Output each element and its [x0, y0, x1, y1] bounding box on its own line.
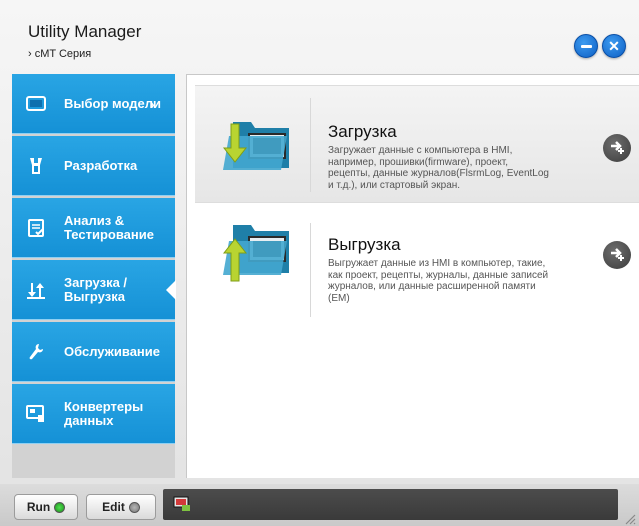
- app-title: Utility Manager: [28, 22, 142, 41]
- sidebar-item-label: Анализ & Тестирование: [64, 212, 154, 242]
- edit-indicator-icon: [128, 501, 140, 513]
- download-go-button[interactable]: [603, 134, 631, 162]
- chevron-right-icon: ›: [150, 95, 155, 112]
- minimize-button[interactable]: [574, 34, 598, 58]
- download-description: Загружает данные с компьютера в HMI, нап…: [328, 145, 549, 191]
- sidebar-item-label: Разработка: [64, 157, 138, 173]
- resize-grip-icon[interactable]: [624, 512, 636, 526]
- checklist-icon: [26, 218, 46, 238]
- footer-bar: Run Edit: [0, 484, 639, 526]
- tools-icon: [26, 156, 46, 176]
- edit-label: Edit: [102, 500, 125, 514]
- card-separator: [310, 98, 311, 192]
- sidebar-item-model-select[interactable]: Выбор модели ›: [12, 74, 175, 134]
- close-button[interactable]: ✕: [602, 34, 626, 58]
- sidebar-item-analysis-testing[interactable]: Анализ & Тестирование: [12, 198, 175, 258]
- run-button[interactable]: Run: [14, 494, 78, 520]
- sidebar-item-label: Загрузка / Выгрузка: [64, 274, 128, 304]
- app-subtitle: › cMT Серия: [28, 48, 92, 60]
- sidebar-item-development[interactable]: Разработка: [12, 136, 175, 196]
- active-pointer: [166, 280, 176, 300]
- sidebar-item-data-converters[interactable]: Конвертеры данных: [12, 384, 175, 444]
- main-panel: Загрузка Загружает данные с компьютера в…: [186, 74, 639, 478]
- sidebar-item-label: Обслуживание: [64, 343, 161, 359]
- upload-card[interactable]: Выгрузка Выгружает данные из HMI в компь…: [195, 211, 639, 329]
- sidebar-item-label: Выбор модели: [64, 95, 161, 111]
- run-indicator-icon: [54, 501, 66, 513]
- run-label: Run: [26, 500, 51, 514]
- window-header: Utility Manager › cMT Серия ✕: [0, 0, 639, 72]
- monitor-icon: [26, 94, 46, 114]
- download-title: Загрузка: [328, 122, 397, 141]
- add-arrow-icon: [609, 245, 625, 266]
- wrench-icon: [26, 342, 46, 362]
- sidebar-nav: Выбор модели › Разработка Анализ & Тести…: [12, 74, 176, 478]
- sidebar-item-maintenance[interactable]: Обслуживание: [12, 322, 175, 382]
- hmi-status-icon[interactable]: [172, 495, 192, 518]
- add-arrow-icon: [609, 138, 625, 159]
- upload-go-button[interactable]: [603, 241, 631, 269]
- transfer-icon: [26, 280, 46, 300]
- upload-folder-icon: [215, 219, 297, 290]
- status-bar: [163, 489, 618, 520]
- converter-icon: [26, 404, 46, 424]
- sidebar-item-label: Конвертеры данных: [64, 398, 144, 428]
- upload-title: Выгрузка: [328, 235, 401, 254]
- minimize-icon: [580, 44, 592, 48]
- download-folder-icon: [215, 114, 297, 183]
- download-card[interactable]: Загрузка Загружает данные с компьютера в…: [195, 85, 639, 203]
- sidebar-item-download-upload[interactable]: Загрузка / Выгрузка: [12, 260, 176, 320]
- card-separator: [310, 223, 311, 317]
- utility-manager-window: Utility Manager › cMT Серия ✕ Выбор моде…: [0, 0, 639, 526]
- upload-description: Выгружает данные из HMI в компьютер, так…: [328, 258, 549, 304]
- close-icon: ✕: [608, 37, 620, 54]
- edit-button[interactable]: Edit: [86, 494, 156, 520]
